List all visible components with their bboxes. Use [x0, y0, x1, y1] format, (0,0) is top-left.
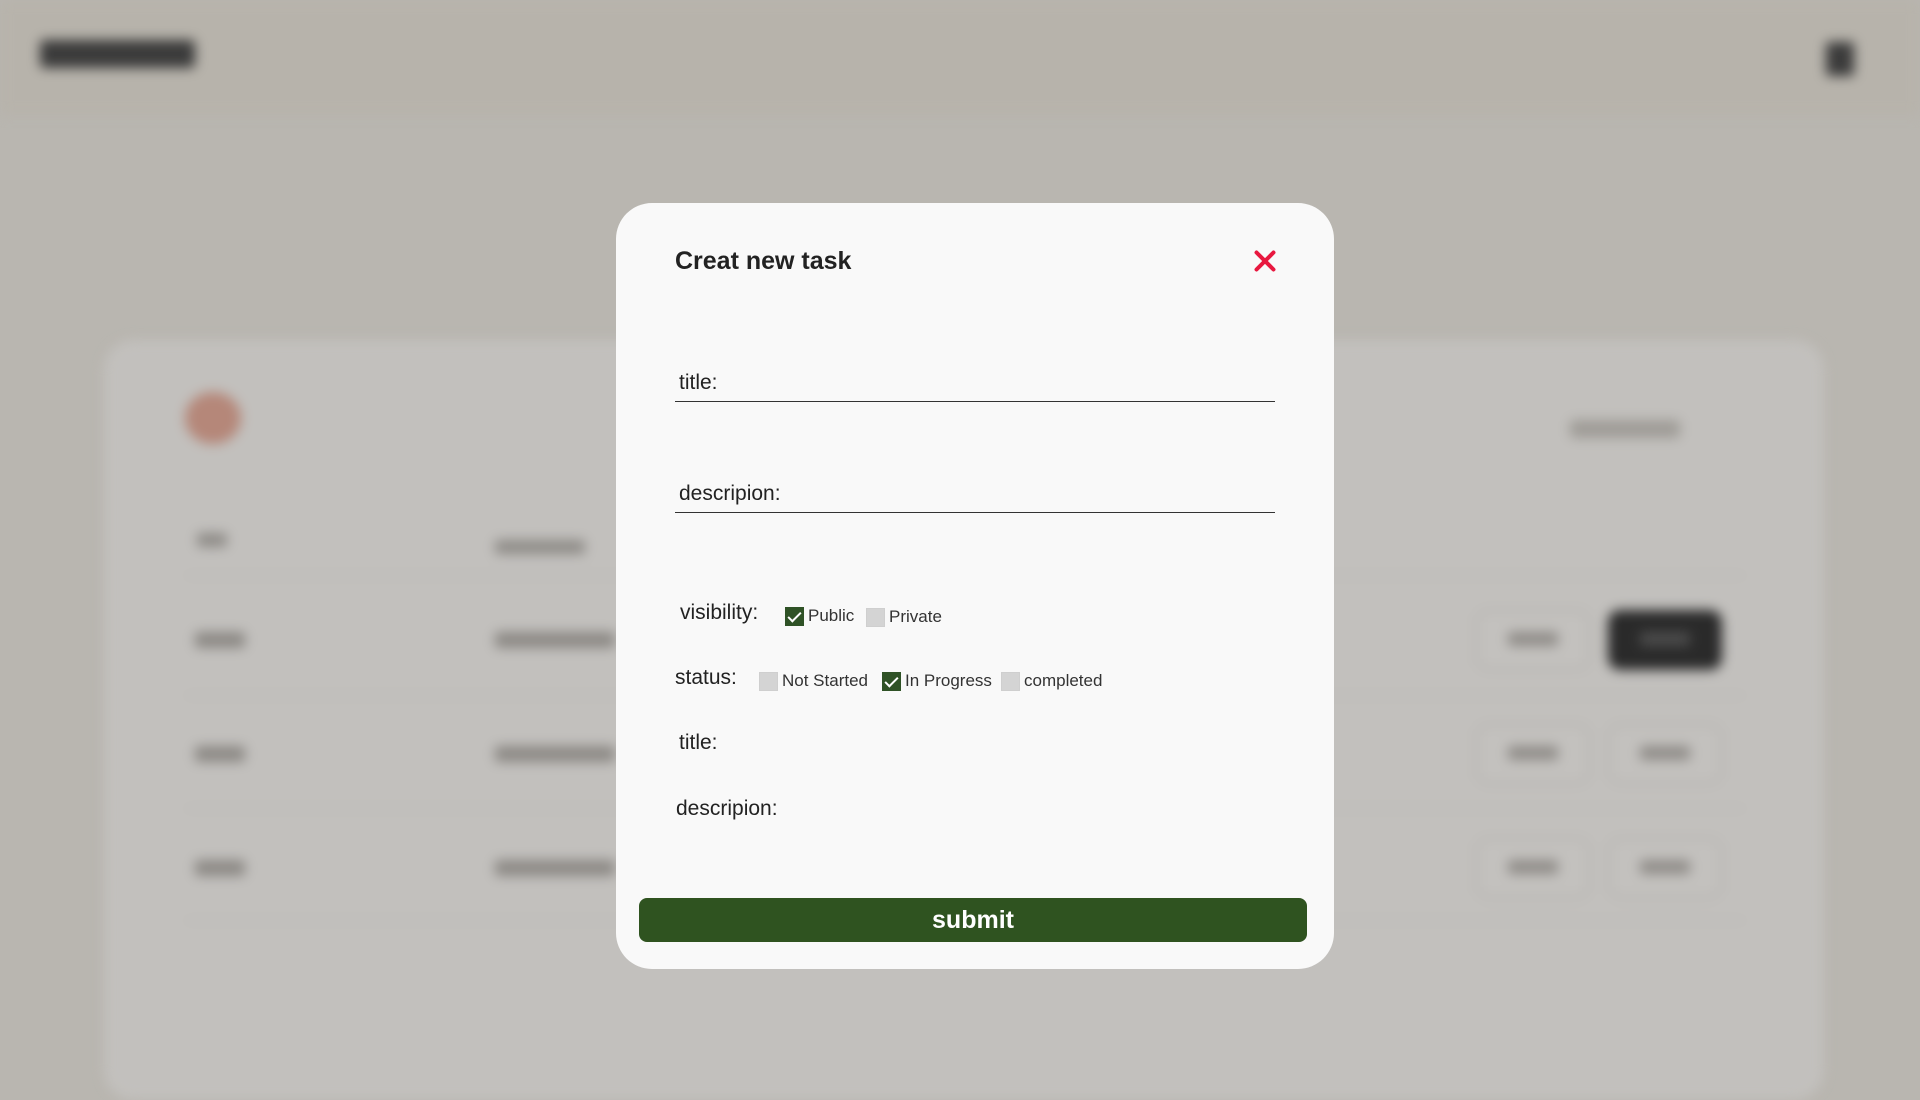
table-cell [195, 860, 245, 876]
description-input[interactable] [675, 476, 1279, 512]
close-icon[interactable] [1250, 247, 1280, 277]
visibility-option-private[interactable]: Private [866, 606, 942, 628]
app-logo [40, 40, 195, 68]
completed-checkbox[interactable] [1001, 671, 1020, 691]
title-field[interactable]: title: [675, 365, 1279, 402]
completed-label: completed [1024, 671, 1103, 690]
title-input[interactable] [675, 365, 1279, 401]
table-cell [495, 632, 615, 648]
submit-button[interactable]: submit [639, 898, 1307, 942]
table-cell [195, 746, 245, 762]
status-option-completed[interactable]: completed [1001, 670, 1102, 692]
status-option-in-progress[interactable]: In Progress [882, 670, 992, 692]
column-header-description [495, 540, 585, 554]
edit-button [1476, 838, 1590, 898]
description-field[interactable]: descripion: [675, 476, 1279, 513]
table-cell [495, 860, 615, 876]
preview-title-label: title: [679, 731, 718, 754]
edit-button [1476, 610, 1590, 670]
visibility-option-public[interactable]: Public [785, 605, 854, 627]
in-progress-checkbox[interactable] [882, 671, 901, 691]
modal-title: Creat new task [675, 247, 852, 275]
not-started-label: Not Started [782, 671, 868, 690]
app-header [0, 0, 1920, 115]
column-header-title [197, 533, 227, 547]
delete-button [1608, 838, 1722, 898]
visibility-label: visibility: [680, 601, 759, 624]
delete-button [1608, 610, 1722, 670]
in-progress-label: In Progress [905, 671, 992, 690]
status-option-not-started[interactable]: Not Started [759, 670, 868, 692]
private-checkbox[interactable] [866, 607, 885, 627]
menu-icon [1826, 42, 1854, 76]
not-started-checkbox[interactable] [759, 671, 778, 691]
preview-description-label: descripion: [676, 797, 778, 820]
create-task-link [1570, 420, 1680, 438]
table-cell [495, 746, 615, 762]
delete-button [1608, 724, 1722, 784]
table-cell [195, 632, 245, 648]
create-task-modal: Creat new task title: descripion: visibi… [616, 203, 1334, 969]
public-checkbox[interactable] [785, 606, 804, 626]
edit-button [1476, 724, 1590, 784]
public-label: Public [808, 606, 855, 625]
status-label: status: [675, 666, 737, 689]
private-label: Private [889, 607, 942, 626]
avatar [185, 392, 241, 444]
